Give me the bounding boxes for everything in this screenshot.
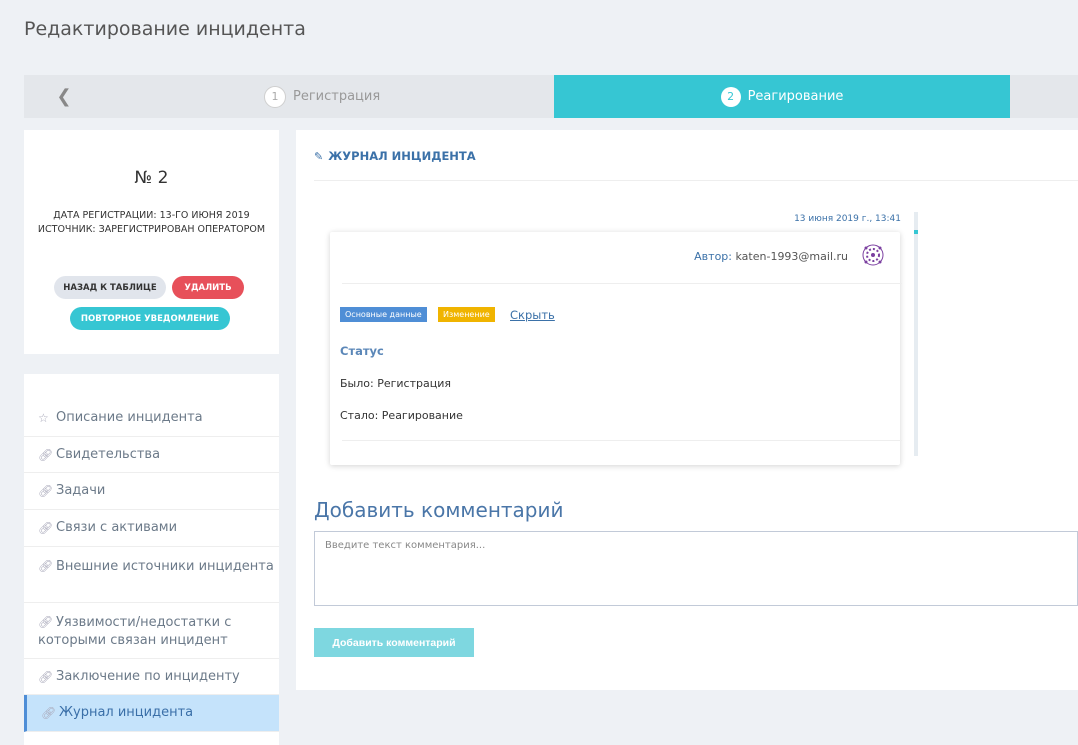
add-comment-button[interactable]: Добавить комментарий	[314, 628, 474, 657]
sidebar-item-external-sources[interactable]: 🔗︎ Внешние источники инцидента	[24, 547, 279, 603]
back-to-table-button[interactable]: Назад к таблице	[54, 276, 166, 299]
incident-source: Источник: Зарегистрирован оператором	[37, 224, 266, 235]
hide-link[interactable]: Скрыть	[510, 308, 555, 322]
page-title: Редактирование инцидента	[24, 18, 306, 40]
author-email: katen-1993@mail.ru	[735, 250, 849, 263]
step-number: 1	[264, 85, 286, 108]
sidebar-item-tasks[interactable]: 🔗︎ Задачи	[24, 473, 279, 510]
star-icon: ☆	[38, 411, 49, 425]
journal-title: ✎ ЖУРНАЛ ИНЦИДЕНТА	[314, 149, 476, 163]
sidebar-item-label: Внешние источники инцидента	[56, 559, 274, 574]
sidebar-item-conclusion[interactable]: 🔗︎ Заключение по инциденту	[24, 659, 279, 695]
entry-timestamp: 13 июня 2019 г., 13:41	[794, 214, 901, 224]
link-icon: 🔗︎	[38, 447, 54, 462]
step-reaction[interactable]: 2 Реагирование	[554, 75, 1010, 118]
badge-change: Изменение	[438, 307, 495, 322]
author-label: Автор:	[694, 250, 732, 263]
field-name: Статус	[340, 344, 384, 358]
step-registration[interactable]: 1 Регистрация	[264, 75, 380, 118]
step-number: 2	[720, 86, 741, 107]
sidebar: ☆ Описание инцидента 🔗︎ Свидетельства 🔗︎…	[24, 374, 279, 745]
page-header: Редактирование инцидента	[0, 0, 1078, 62]
incident-number: № 2	[134, 168, 169, 188]
delete-button[interactable]: Удалить	[172, 276, 244, 299]
sidebar-item-evidence[interactable]: 🔗︎ Свидетельства	[24, 437, 279, 473]
old-value: Было: Регистрация	[340, 377, 451, 390]
registration-date: Дата регистрации: 13-го июня 2019	[53, 210, 250, 221]
incident-meta: Дата регистрации: 13-го июня 2019 Источн…	[34, 209, 269, 237]
link-icon: 🔗︎	[38, 559, 54, 573]
sidebar-item-description[interactable]: ☆ Описание инцидента	[24, 400, 279, 437]
renotify-button[interactable]: Повторное уведомление	[70, 307, 230, 330]
link-icon: 🔗︎	[38, 669, 54, 684]
new-value: Стало: Реагирование	[340, 409, 463, 422]
journal-entry: Автор: katen-1993@mail.ru Основные данны…	[330, 232, 902, 465]
comment-input[interactable]	[314, 531, 1078, 606]
incident-info-card: № 2 Дата регистрации: 13-го июня 2019 Ис…	[24, 130, 279, 354]
link-icon: 🔗︎	[41, 706, 57, 720]
sidebar-item-label: Описание инцидента	[56, 410, 203, 425]
pencil-icon: ✎	[314, 149, 324, 163]
timeline-dot	[914, 230, 918, 234]
step-label: Регистрация	[293, 89, 381, 104]
sidebar-item-label: Журнал инцидента	[59, 705, 194, 720]
sidebar-item-label: Задачи	[56, 483, 106, 498]
link-icon: 🔗︎	[38, 615, 54, 629]
divider	[342, 440, 902, 441]
badge-main-data: Основные данные	[340, 307, 427, 322]
link-icon: 🔗︎	[38, 484, 54, 498]
journal-title-text: ЖУРНАЛ ИНЦИДЕНТА	[328, 149, 476, 163]
timeline-line	[914, 212, 918, 456]
divider	[314, 180, 1078, 181]
stepper: ❮ 1 Регистрация 2 Реагирование	[24, 75, 1078, 118]
divider	[342, 283, 902, 284]
sidebar-item-label: Связи с активами	[56, 520, 178, 535]
journal-panel: ✎ ЖУРНАЛ ИНЦИДЕНТА 13 июня 2019 г., 13:4…	[296, 130, 1078, 690]
sidebar-item-assets[interactable]: 🔗︎ Связи с активами	[24, 510, 279, 547]
sidebar-item-label: Заключение по инциденту	[56, 668, 240, 684]
entry-author: Автор: katen-1993@mail.ru	[694, 250, 848, 263]
sidebar-item-label: Уязвимости/недостатки с которыми связан …	[38, 615, 232, 648]
add-comment-title: Добавить комментарий	[314, 498, 564, 522]
sidebar-item-label: Свидетельства	[56, 446, 161, 462]
sidebar-item-vulnerabilities[interactable]: 🔗︎ Уязвимости/недостатки с которыми связа…	[24, 603, 279, 659]
chevron-left-icon[interactable]: ❮	[24, 75, 104, 118]
sidebar-item-journal[interactable]: 🔗︎ Журнал инцидента	[24, 695, 279, 732]
link-icon: 🔗︎	[38, 521, 54, 535]
step-label: Реагирование	[747, 89, 844, 104]
avatar	[862, 244, 884, 266]
